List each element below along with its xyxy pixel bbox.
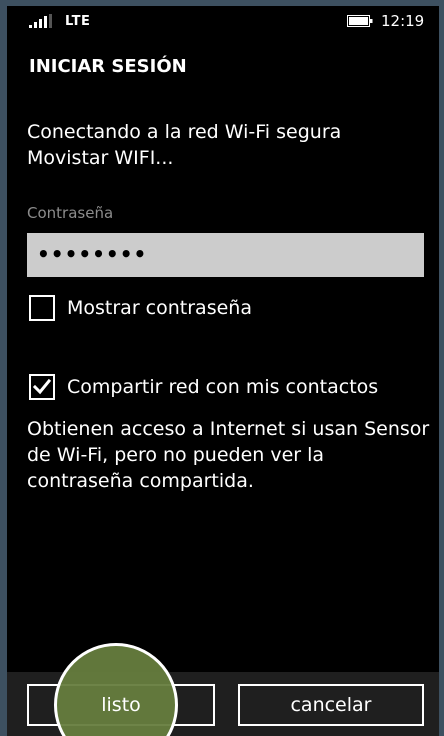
- share-description: Obtienen acceso a Internet si usan Senso…: [27, 418, 430, 492]
- phone-screen: LTE 12:19 INICIAR SESIÓN Conectando a la…: [7, 6, 439, 736]
- status-time: 12:19: [381, 12, 425, 30]
- tap-indicator: [54, 643, 178, 736]
- password-input[interactable]: ••••••••: [27, 233, 424, 277]
- share-network-label: Compartir red con mis contactos: [67, 376, 379, 398]
- share-network-checkbox[interactable]: [29, 374, 55, 400]
- status-bar: LTE 12:19: [7, 6, 439, 36]
- checkmark-icon: [32, 378, 52, 395]
- signal-strength-icon: [29, 14, 52, 28]
- show-password-row[interactable]: Mostrar contraseña: [29, 293, 252, 323]
- connecting-message: Conectando a la red Wi-Fi segura Movista…: [27, 121, 342, 169]
- battery-icon: [347, 15, 373, 27]
- password-label: Contraseña: [27, 204, 114, 222]
- page-title: INICIAR SESIÓN: [29, 56, 187, 77]
- show-password-label: Mostrar contraseña: [67, 297, 252, 319]
- device-frame-edge: [439, 0, 444, 736]
- share-network-row[interactable]: Compartir red con mis contactos: [29, 372, 378, 402]
- cancel-button[interactable]: cancelar: [238, 684, 424, 726]
- show-password-checkbox[interactable]: [29, 295, 55, 321]
- network-type: LTE: [65, 14, 91, 29]
